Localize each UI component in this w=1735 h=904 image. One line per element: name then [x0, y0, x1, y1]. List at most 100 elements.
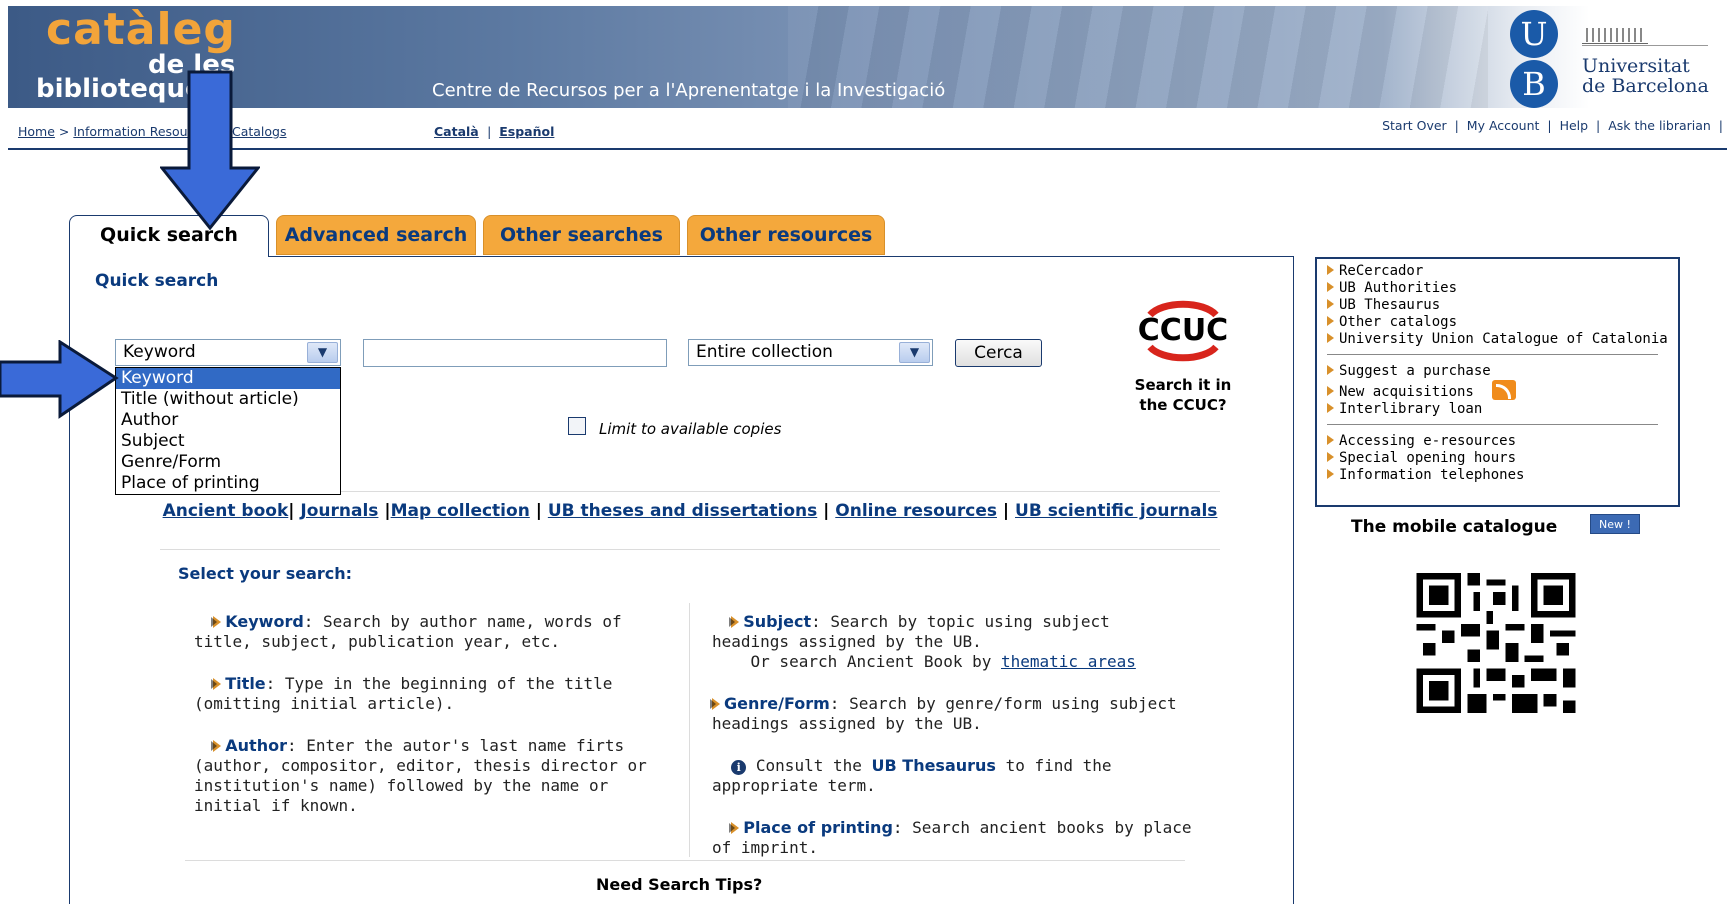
- ub-logo-b[interactable]: B: [1510, 60, 1558, 108]
- arrow-bullet-icon: [1327, 469, 1334, 479]
- title-description: Title: Type in the beginning of the titl…: [194, 674, 674, 714]
- chevron-down-icon[interactable]: ▼: [307, 342, 338, 363]
- sidebar-link-label: Information telephones: [1339, 467, 1525, 483]
- sidebar-link-information-telephones[interactable]: Information telephones: [1327, 467, 1668, 484]
- link-ancient-book[interactable]: Ancient book: [163, 501, 289, 521]
- ccuc-logo[interactable]: CCUC: [1130, 295, 1236, 365]
- lang-espanol-link[interactable]: Español: [499, 124, 554, 139]
- divider: [185, 860, 1185, 861]
- lang-separator: |: [483, 124, 500, 139]
- annotation-arrow-down-icon: [160, 70, 260, 231]
- limit-available-checkbox[interactable]: [568, 417, 586, 435]
- arrow-bullet-icon: [1327, 365, 1334, 375]
- subject-description: Subject: Search by topic using subject h…: [712, 612, 1182, 672]
- author-description: Author: Enter the autor's last name firt…: [194, 736, 684, 816]
- sidebar-link-label: Suggest a purchase: [1339, 363, 1491, 379]
- ub-building-icon: [1582, 18, 1648, 44]
- search-tips-heading[interactable]: Need Search Tips?: [596, 875, 762, 894]
- search-input[interactable]: [363, 339, 667, 367]
- sidebar-link-interlibrary-loan[interactable]: Interlibrary loan: [1327, 401, 1668, 418]
- banner-subtitle: Centre de Recursos per a l'Aprenentatge …: [432, 80, 946, 101]
- ub-name-line2: de Barcelona: [1582, 75, 1709, 97]
- subject-term: Subject: [743, 612, 812, 631]
- navigation-bar: Home > Information Resources > Catalogs …: [8, 112, 1727, 150]
- dropdown-option-genre-form[interactable]: Genre/Form: [116, 452, 340, 473]
- keyword-term: Keyword: [225, 612, 304, 631]
- keyword-description: Keyword: Search by author name, words of…: [194, 612, 674, 652]
- quick-links: Ancient book| Journals |Map collection |…: [162, 501, 1218, 521]
- help-link[interactable]: Help: [1560, 118, 1589, 133]
- sidebar-divider: [1327, 354, 1658, 355]
- lang-catala-link[interactable]: Català: [434, 124, 479, 139]
- thematic-areas-link[interactable]: thematic areas: [1001, 652, 1136, 671]
- tab-advanced-search[interactable]: Advanced search: [276, 215, 476, 255]
- dropdown-option-title[interactable]: Title (without article): [116, 389, 340, 410]
- sidebar-link-ub-thesaurus[interactable]: UB Thesaurus: [1327, 297, 1668, 314]
- arrow-bullet-icon: [1327, 403, 1334, 413]
- link-online-resources[interactable]: Online resources: [835, 501, 997, 521]
- breadcrumb-home[interactable]: Home: [18, 124, 55, 139]
- arrow-bullet-icon: [729, 822, 740, 834]
- start-over-link[interactable]: Start Over: [1382, 118, 1447, 133]
- limit-available-label: Limit to available copies: [599, 420, 782, 438]
- title-term: Title: [225, 674, 266, 693]
- column-divider: [689, 603, 690, 857]
- resources-sidebar: ReCercador UB Authorities UB Thesaurus O…: [1315, 257, 1680, 507]
- collection-select[interactable]: Entire collection ▼: [688, 339, 933, 366]
- sidebar-link-accessing-e-resources[interactable]: Accessing e-resources: [1327, 433, 1668, 450]
- consult-prefix: Consult the: [755, 756, 862, 775]
- subject-or-text: Or search Ancient Book by: [750, 652, 992, 671]
- sidebar-link-label: University Union Catalogue of Catalonia: [1339, 331, 1668, 347]
- link-ub-scientific-journals[interactable]: UB scientific journals: [1015, 501, 1217, 521]
- search-type-select[interactable]: Keyword ▼: [115, 339, 341, 366]
- info-icon: i: [731, 760, 747, 775]
- arrow-bullet-icon: [729, 616, 740, 628]
- language-switcher: Català | Español: [434, 124, 554, 139]
- annotation-arrow-right-icon: [0, 340, 119, 419]
- qr-code-icon[interactable]: [1416, 573, 1576, 713]
- panel-title: Quick search: [95, 271, 219, 291]
- sidebar-link-university-union-catalogue[interactable]: University Union Catalogue of Catalonia: [1327, 331, 1668, 348]
- author-term: Author: [225, 736, 287, 755]
- genre-term: Genre/Form: [724, 694, 830, 713]
- new-badge: New !: [1590, 514, 1640, 534]
- search-type-dropdown-list: Keyword Title (without article) Author S…: [115, 367, 341, 495]
- sidebar-link-other-catalogs[interactable]: Other catalogs: [1327, 314, 1668, 331]
- arrow-bullet-icon: [1327, 265, 1334, 275]
- tab-other-searches[interactable]: Other searches: [483, 215, 680, 255]
- tab-other-resources[interactable]: Other resources: [687, 215, 885, 255]
- ub-logo-divider: [1582, 45, 1708, 46]
- sidebar-link-new-acquisitions[interactable]: New acquisitions: [1327, 380, 1668, 401]
- sidebar-link-special-opening-hours[interactable]: Special opening hours: [1327, 450, 1668, 467]
- arrow-bullet-icon: [1327, 316, 1334, 326]
- search-button[interactable]: Cerca: [955, 339, 1042, 367]
- sidebar-link-ub-authorities[interactable]: UB Authorities: [1327, 280, 1668, 297]
- dropdown-option-subject[interactable]: Subject: [116, 431, 340, 452]
- link-journals[interactable]: Journals: [300, 501, 378, 521]
- dropdown-option-place-of-printing[interactable]: Place of printing: [116, 473, 340, 494]
- place-term: Place of printing: [743, 818, 893, 837]
- sidebar-divider: [1327, 424, 1658, 425]
- ub-thesaurus-link[interactable]: UB Thesaurus: [872, 756, 996, 775]
- ub-name[interactable]: Universitat de Barcelona: [1582, 56, 1709, 96]
- sidebar-link-suggest-purchase[interactable]: Suggest a purchase: [1327, 363, 1668, 380]
- ub-logo-u[interactable]: U: [1510, 10, 1558, 58]
- sidebar-link-recercador[interactable]: ReCercador: [1327, 263, 1668, 280]
- breadcrumb-separator: >: [58, 124, 74, 139]
- top-links: Start Over | My Account | Help | Ask the…: [1382, 118, 1723, 133]
- arrow-bullet-icon: [1327, 333, 1334, 343]
- chevron-down-icon[interactable]: ▼: [899, 342, 930, 363]
- dropdown-option-author[interactable]: Author: [116, 410, 340, 431]
- my-account-link[interactable]: My Account: [1467, 118, 1540, 133]
- link-ub-theses[interactable]: UB theses and dissertations: [548, 501, 817, 521]
- dropdown-option-keyword[interactable]: Keyword: [116, 368, 340, 389]
- arrow-bullet-icon: [211, 740, 222, 752]
- ccuc-logo-text: CCUC: [1138, 313, 1228, 348]
- ask-librarian-link[interactable]: Ask the librarian: [1608, 118, 1711, 133]
- divider: [160, 549, 1220, 550]
- mobile-catalogue-title: The mobile catalogue: [1351, 517, 1558, 537]
- ccuc-search-link[interactable]: Search it in the CCUC?: [1128, 375, 1238, 415]
- link-map-collection[interactable]: Map collection: [391, 501, 530, 521]
- rss-icon[interactable]: [1491, 380, 1516, 400]
- catalog-logo-line1[interactable]: catàleg: [46, 6, 236, 55]
